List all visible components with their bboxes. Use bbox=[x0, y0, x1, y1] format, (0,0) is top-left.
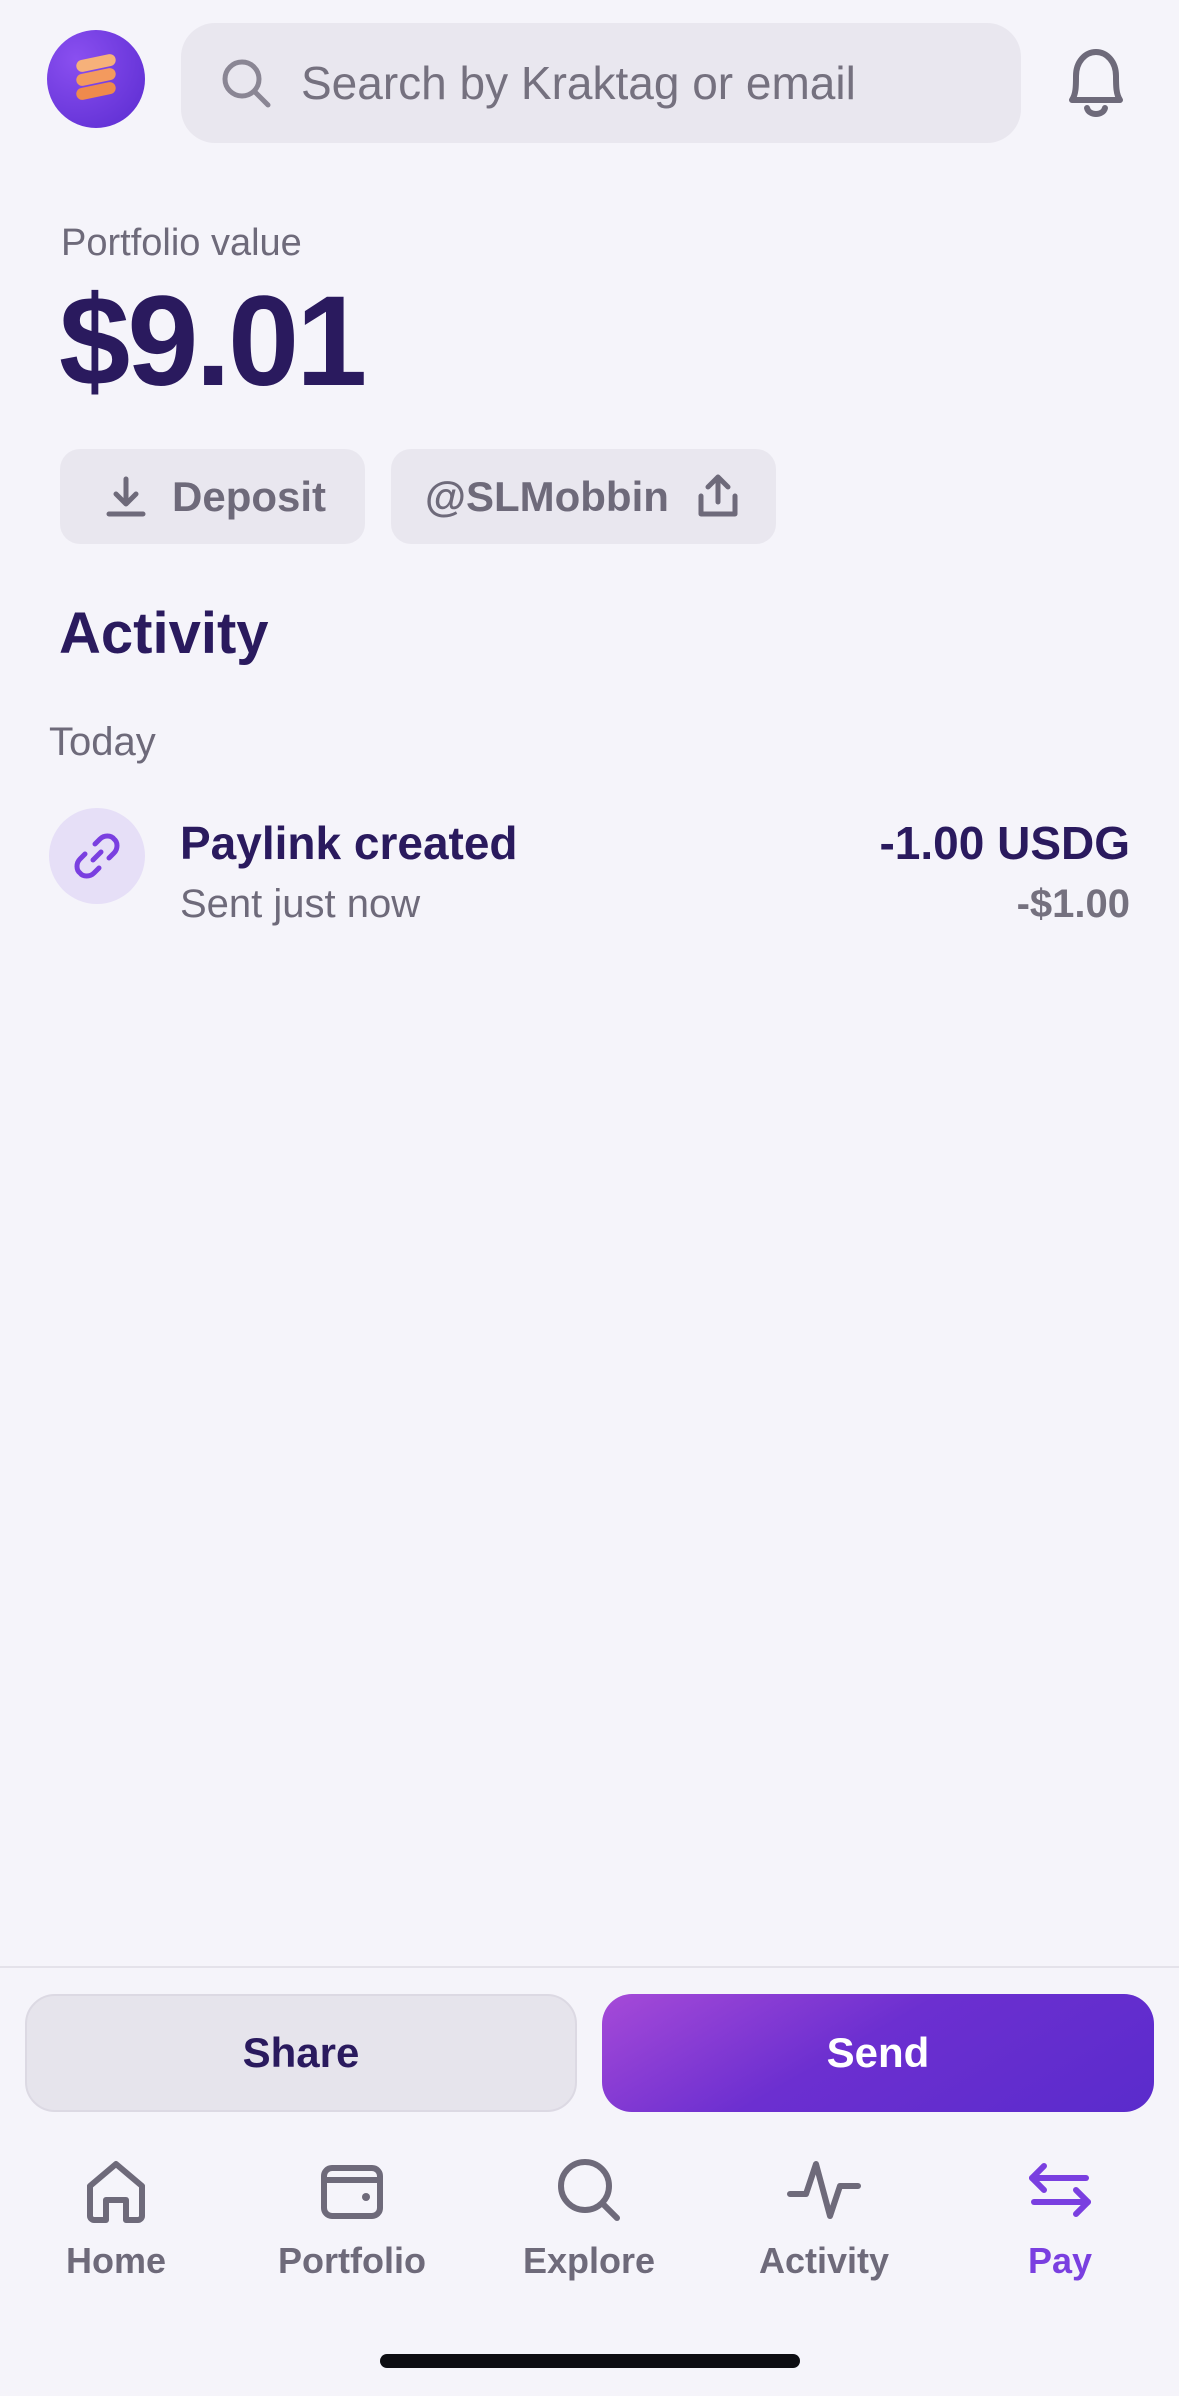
share-upload-icon bbox=[698, 474, 738, 516]
transfer-arrows-icon bbox=[1029, 2163, 1091, 2217]
activity-icon bbox=[787, 2161, 861, 2219]
transaction-icon-badge bbox=[49, 808, 145, 904]
tab-activity[interactable]: Activity bbox=[734, 2150, 914, 2300]
deposit-button[interactable]: Deposit bbox=[60, 449, 365, 544]
tab-portfolio-label: Portfolio bbox=[278, 2240, 426, 2281]
deposit-label: Deposit bbox=[172, 472, 327, 520]
share-button[interactable]: Share bbox=[25, 1994, 577, 2112]
wallet-icon bbox=[321, 2165, 383, 2219]
transaction-subtitle: Sent just now bbox=[180, 882, 421, 926]
bottom-tab-bar: Home Portfolio Explore Activity Pay bbox=[0, 2150, 1179, 2300]
search-input[interactable]: Search by Kraktag or email bbox=[301, 56, 856, 110]
tab-home-label: Home bbox=[65, 2240, 167, 2281]
tab-pay[interactable]: Pay bbox=[970, 2150, 1150, 2300]
search-bar[interactable]: Search by Kraktag or email bbox=[181, 23, 1021, 143]
kraktag-label: @SLMobbin bbox=[425, 472, 669, 520]
tab-pay-label: Pay bbox=[1027, 2240, 1093, 2281]
transaction-title: Paylink created bbox=[180, 817, 518, 869]
pay-screen: Search by Kraktag or email Portfolio val… bbox=[0, 0, 1179, 2396]
portfolio-value-label: Portfolio value bbox=[61, 222, 302, 264]
link-icon bbox=[74, 833, 120, 879]
tab-portfolio[interactable]: Portfolio bbox=[262, 2150, 442, 2300]
day-group-label: Today bbox=[49, 720, 156, 764]
home-indicator bbox=[380, 2354, 800, 2368]
bell-icon[interactable] bbox=[1058, 40, 1134, 124]
tab-explore-label: Explore bbox=[522, 2240, 656, 2281]
transaction-fiat-amount: -$1.00 bbox=[1016, 882, 1130, 926]
kraktag-share-button[interactable]: @SLMobbin bbox=[391, 449, 776, 544]
home-icon bbox=[87, 2161, 145, 2223]
send-button[interactable]: Send bbox=[602, 1994, 1154, 2112]
bottom-divider bbox=[0, 1966, 1179, 1968]
tab-activity-label: Activity bbox=[758, 2240, 890, 2281]
download-icon bbox=[106, 476, 146, 516]
tab-explore[interactable]: Explore bbox=[499, 2150, 679, 2300]
portfolio-value: $9.01 bbox=[59, 270, 367, 413]
stacked-coins-logo-icon bbox=[76, 54, 116, 100]
search-icon bbox=[222, 59, 271, 108]
transaction-amount: -1.00 USDG bbox=[879, 817, 1130, 869]
search-icon bbox=[558, 2159, 620, 2221]
profile-avatar[interactable] bbox=[47, 30, 145, 128]
tab-home[interactable]: Home bbox=[26, 2150, 206, 2300]
activity-heading: Activity bbox=[59, 601, 269, 666]
